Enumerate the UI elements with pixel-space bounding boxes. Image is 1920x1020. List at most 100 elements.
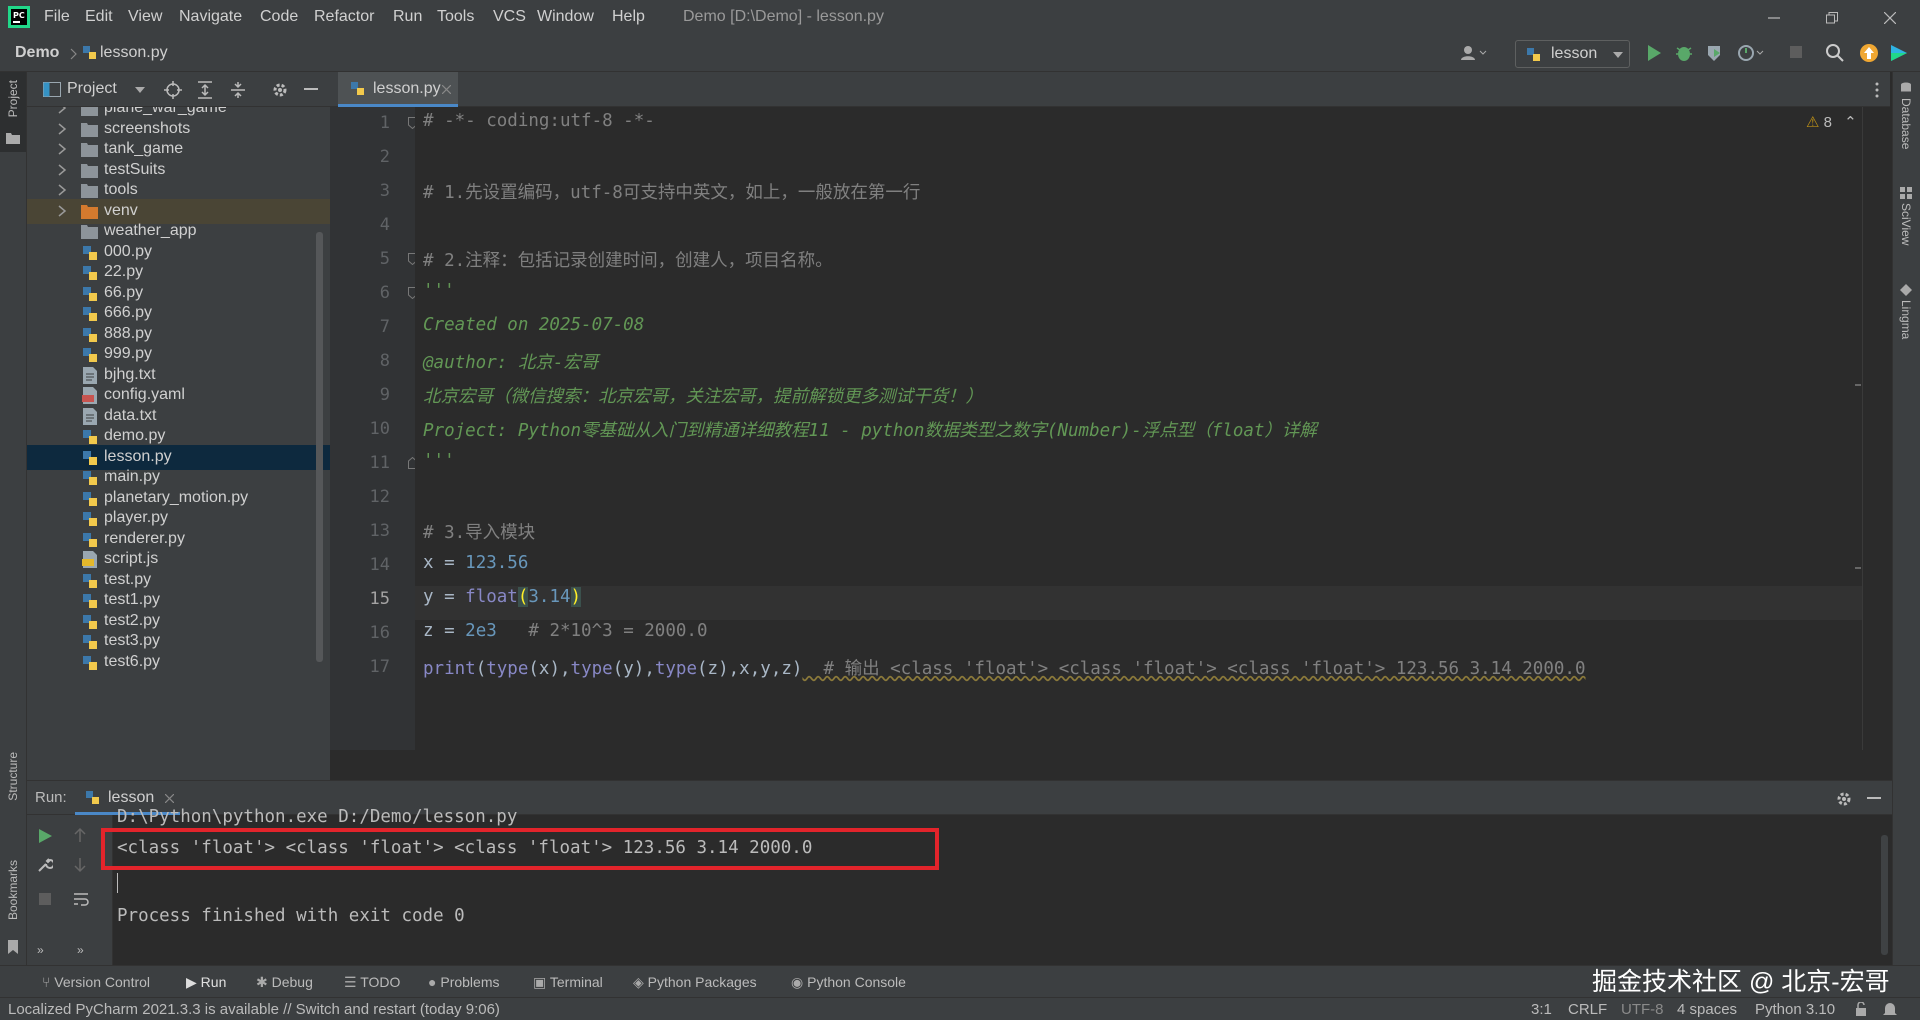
lingma-tool-button[interactable]: Lingma [1893,284,1920,374]
minimize-icon [1768,16,1780,19]
tab-label: lesson.py [373,80,441,97]
search-icon[interactable] [1825,43,1845,63]
chevron-right-icon[interactable] [57,143,67,155]
chevron-right-icon[interactable] [57,163,67,176]
close-window-button[interactable] [1861,0,1919,35]
py-file-icon [83,594,97,608]
close-icon [1884,11,1896,24]
tool-problems[interactable]: ● Problems [428,974,500,990]
project-panel-title[interactable]: Project [67,80,117,98]
stop-icon[interactable] [37,891,53,907]
debug-icon[interactable] [1675,43,1693,63]
menu-navigate[interactable]: Navigate [179,8,242,26]
code-line-1: # -*- coding:utf-8 -*- [423,111,655,131]
scroll-down-icon[interactable] [73,857,87,873]
project-tree[interactable]: plane_war_game screenshots tank_game testSu… [27,107,330,780]
profile-icon[interactable] [1737,43,1765,63]
status-message[interactable]: Localized PyCharm 2021.3.3 is available … [8,1001,500,1018]
project-scrollbar[interactable] [316,232,323,662]
tool-version-control[interactable]: ⑂ Version Control [42,974,150,990]
close-tab-icon[interactable] [165,794,174,803]
menu-code[interactable]: Code [260,8,298,26]
code-editor[interactable]: # -*- coding:utf-8 -*- # 1.先设置编码，utf-8可支… [415,107,1862,750]
menu-window[interactable]: Window [537,8,594,26]
menu-refactor[interactable]: Refactor [314,8,374,26]
run-icon[interactable] [1645,43,1663,63]
chevron-right-icon[interactable] [57,107,67,114]
more-options-icon[interactable] [1875,82,1879,98]
user-icon[interactable] [1460,45,1488,61]
bookmarks-tool-button[interactable]: Bookmarks [0,860,26,960]
hide-panel-icon[interactable] [304,88,318,92]
previous-highlight-icon[interactable]: ⌃ [1844,114,1857,131]
console-scrollbar[interactable] [1881,835,1888,955]
run-console[interactable]: » » D:\Python\python.exe D:/Demo/lesson.… [27,807,1892,965]
restore-button[interactable] [1803,0,1861,35]
gear-icon[interactable] [1835,790,1853,808]
plugin-icon[interactable] [1889,43,1909,63]
locate-file-icon[interactable] [164,81,182,99]
gear-icon[interactable] [271,81,289,99]
collapse-all-icon[interactable] [230,81,246,99]
output-highlight-box [101,828,939,870]
menu-view[interactable]: View [128,8,162,26]
editor-right-margin [1862,107,1892,750]
chevron-right-icon[interactable] [57,204,67,217]
menu-run[interactable]: Run [393,8,422,26]
tool-debug[interactable]: ✱ Debug [256,974,313,991]
editor-scroll-markers[interactable] [1855,257,1861,707]
indent-setting[interactable]: 4 spaces [1677,1001,1737,1018]
sciview-tool-button[interactable]: SciView [1893,187,1920,277]
coverage-icon[interactable] [1705,43,1725,63]
database-tool-button[interactable]: Database [1893,82,1920,172]
python-interpreter[interactable]: Python 3.10 [1755,1001,1835,1018]
notifications-icon[interactable] [1882,1002,1898,1016]
menu-help[interactable]: Help [612,8,645,26]
minimize-button[interactable] [1745,0,1803,35]
menu-file[interactable]: File [44,8,70,26]
chevron-down-icon[interactable] [135,87,145,93]
tool-python-console[interactable]: ◉ Python Console [791,974,906,991]
tool-run[interactable]: ▶ Run [186,974,226,991]
tool-todo[interactable]: ☰ TODO [344,974,400,991]
soft-wrap-icon[interactable] [73,891,89,907]
project-tool-button[interactable]: Project [0,72,26,152]
update-icon[interactable] [1859,43,1879,63]
code-line-16: z = 2e3 # 2*10^3 = 2000.0 [423,621,708,641]
breadcrumb-project[interactable]: Demo [15,44,59,62]
editor-gutter[interactable]: 1 2 3 4 5 6 7 8 9 10 11 12 13 14 15 16 1… [330,107,417,750]
stop-icon[interactable] [1788,43,1804,61]
tool-terminal[interactable]: ▣ Terminal [533,974,603,991]
tree-item-test6-py[interactable]: test6.py [27,650,330,675]
tree-item-label: test.py [104,570,152,588]
menu-tools[interactable]: Tools [437,8,474,26]
lock-icon[interactable] [1854,1002,1868,1016]
line-number: 1 [379,113,390,133]
sciview-icon [1900,187,1912,199]
left-tool-stripe: Project Structure Bookmarks [0,72,27,965]
tree-item-label: bjhg.txt [104,365,156,383]
code-line-10: Project: Python零基础从入门到精通详细教程11 - python数… [423,421,1317,441]
rerun-icon[interactable] [37,827,53,845]
py-file-icon [83,614,97,629]
tab-lesson-py[interactable]: lesson.py [338,72,458,107]
chevron-right-icon[interactable] [57,184,67,196]
caret-position[interactable]: 3:1 [1531,1001,1552,1018]
menu-edit[interactable]: Edit [85,8,113,26]
close-tab-icon[interactable] [442,85,451,94]
hide-panel-icon[interactable] [1867,797,1881,801]
more-tools-right-icon[interactable]: » [77,943,84,957]
chevron-right-icon[interactable] [57,122,67,135]
expand-all-icon[interactable] [197,81,213,99]
line-separator[interactable]: CRLF [1568,1001,1607,1018]
wrench-icon[interactable] [37,857,53,873]
breadcrumb-file[interactable]: lesson.py [100,44,168,62]
more-tools-left-icon[interactable]: » [37,943,44,957]
structure-tool-button[interactable]: Structure [0,752,26,832]
file-encoding[interactable]: UTF-8 [1621,1001,1664,1018]
tool-python-packages[interactable]: ◈ Python Packages [633,974,757,991]
menu-vcs[interactable]: VCS [493,8,526,26]
folder-icon [81,143,98,157]
scroll-up-icon[interactable] [73,827,87,843]
run-configuration-select[interactable]: lesson [1515,40,1630,68]
